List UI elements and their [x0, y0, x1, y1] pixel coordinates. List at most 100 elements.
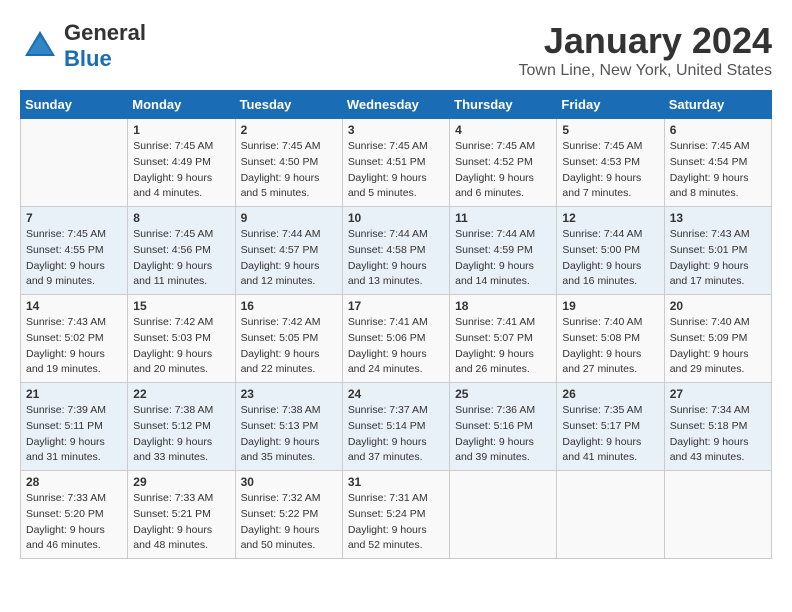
- day-info: Sunrise: 7:42 AMSunset: 5:03 PMDaylight:…: [133, 315, 229, 378]
- day-info: Sunrise: 7:31 AMSunset: 5:24 PMDaylight:…: [348, 491, 444, 554]
- day-info: Sunrise: 7:33 AMSunset: 5:21 PMDaylight:…: [133, 491, 229, 554]
- day-number: 25: [455, 387, 551, 401]
- day-info: Sunrise: 7:37 AMSunset: 5:14 PMDaylight:…: [348, 403, 444, 466]
- calendar-cell: 18 Sunrise: 7:41 AMSunset: 5:07 PMDayligh…: [450, 295, 557, 383]
- day-info: Sunrise: 7:33 AMSunset: 5:20 PMDaylight:…: [26, 491, 122, 554]
- calendar-week-3: 14 Sunrise: 7:43 AMSunset: 5:02 PMDayligh…: [21, 295, 772, 383]
- day-header-wednesday: Wednesday: [342, 91, 449, 119]
- calendar-cell: [21, 119, 128, 207]
- calendar-cell: 27 Sunrise: 7:34 AMSunset: 5:18 PMDayligh…: [664, 383, 771, 471]
- day-number: 9: [241, 211, 337, 225]
- logo-icon: [20, 26, 60, 66]
- day-number: 20: [670, 299, 766, 313]
- day-info: Sunrise: 7:36 AMSunset: 5:16 PMDaylight:…: [455, 403, 551, 466]
- day-number: 23: [241, 387, 337, 401]
- day-info: Sunrise: 7:34 AMSunset: 5:18 PMDaylight:…: [670, 403, 766, 466]
- day-header-sunday: Sunday: [21, 91, 128, 119]
- day-info: Sunrise: 7:41 AMSunset: 5:07 PMDaylight:…: [455, 315, 551, 378]
- calendar-cell: 19Sunrise: 7:40 AMSunset: 5:08 PMDayligh…: [557, 295, 664, 383]
- calendar-cell: 8 Sunrise: 7:45 AMSunset: 4:56 PMDaylight…: [128, 207, 235, 295]
- day-number: 26: [562, 387, 658, 401]
- day-number: 3: [348, 123, 444, 137]
- day-number: 1: [133, 123, 229, 137]
- day-number: 15: [133, 299, 229, 313]
- day-info: Sunrise: 7:40 AMSunset: 5:08 PMDaylight:…: [562, 315, 658, 378]
- calendar-cell: 7Sunrise: 7:45 AMSunset: 4:55 PMDaylight…: [21, 207, 128, 295]
- day-info: Sunrise: 7:44 AMSunset: 4:57 PMDaylight:…: [241, 227, 337, 290]
- day-header-saturday: Saturday: [664, 91, 771, 119]
- day-info: Sunrise: 7:45 AMSunset: 4:55 PMDaylight:…: [26, 227, 122, 290]
- calendar-cell: 20 Sunrise: 7:40 AMSunset: 5:09 PMDayligh…: [664, 295, 771, 383]
- day-number: 28: [26, 475, 122, 489]
- day-info: Sunrise: 7:45 AMSunset: 4:56 PMDaylight:…: [133, 227, 229, 290]
- day-number: 4: [455, 123, 551, 137]
- day-number: 14: [26, 299, 122, 313]
- page-header: General Blue January 2024 Town Line, New…: [20, 20, 772, 80]
- calendar-cell: 31Sunrise: 7:31 AMSunset: 5:24 PMDayligh…: [342, 471, 449, 559]
- day-info: Sunrise: 7:45 AMSunset: 4:53 PMDaylight:…: [562, 139, 658, 202]
- calendar-cell: 13 Sunrise: 7:43 AMSunset: 5:01 PMDayligh…: [664, 207, 771, 295]
- day-number: 29: [133, 475, 229, 489]
- calendar-cell: 14 Sunrise: 7:43 AMSunset: 5:02 PMDayligh…: [21, 295, 128, 383]
- day-number: 18: [455, 299, 551, 313]
- calendar-cell: [557, 471, 664, 559]
- day-info: Sunrise: 7:38 AMSunset: 5:13 PMDaylight:…: [241, 403, 337, 466]
- day-info: Sunrise: 7:43 AMSunset: 5:01 PMDaylight:…: [670, 227, 766, 290]
- day-info: Sunrise: 7:44 AMSunset: 4:59 PMDaylight:…: [455, 227, 551, 290]
- calendar-cell: 22Sunrise: 7:38 AMSunset: 5:12 PMDayligh…: [128, 383, 235, 471]
- calendar-cell: 15 Sunrise: 7:42 AMSunset: 5:03 PMDayligh…: [128, 295, 235, 383]
- calendar-cell: 12Sunrise: 7:44 AMSunset: 5:00 PMDayligh…: [557, 207, 664, 295]
- calendar-cell: 28 Sunrise: 7:33 AMSunset: 5:20 PMDayligh…: [21, 471, 128, 559]
- day-info: Sunrise: 7:38 AMSunset: 5:12 PMDaylight:…: [133, 403, 229, 466]
- calendar-cell: 4Sunrise: 7:45 AMSunset: 4:52 PMDaylight…: [450, 119, 557, 207]
- calendar-cell: 25 Sunrise: 7:36 AMSunset: 5:16 PMDayligh…: [450, 383, 557, 471]
- day-header-thursday: Thursday: [450, 91, 557, 119]
- day-number: 2: [241, 123, 337, 137]
- day-number: 10: [348, 211, 444, 225]
- day-number: 6: [670, 123, 766, 137]
- day-number: 8: [133, 211, 229, 225]
- day-number: 5: [562, 123, 658, 137]
- calendar-cell: 17 Sunrise: 7:41 AMSunset: 5:06 PMDayligh…: [342, 295, 449, 383]
- day-number: 24: [348, 387, 444, 401]
- day-info: Sunrise: 7:32 AMSunset: 5:22 PMDaylight:…: [241, 491, 337, 554]
- day-info: Sunrise: 7:45 AMSunset: 4:50 PMDaylight:…: [241, 139, 337, 202]
- day-info: Sunrise: 7:45 AMSunset: 4:49 PMDaylight:…: [133, 139, 229, 202]
- day-number: 16: [241, 299, 337, 313]
- calendar-cell: 10Sunrise: 7:44 AMSunset: 4:58 PMDayligh…: [342, 207, 449, 295]
- logo: General Blue: [20, 20, 146, 72]
- day-number: 27: [670, 387, 766, 401]
- calendar-cell: 23 Sunrise: 7:38 AMSunset: 5:13 PMDayligh…: [235, 383, 342, 471]
- calendar-cell: 2 Sunrise: 7:45 AMSunset: 4:50 PMDaylight…: [235, 119, 342, 207]
- day-info: Sunrise: 7:41 AMSunset: 5:06 PMDaylight:…: [348, 315, 444, 378]
- calendar-table: SundayMondayTuesdayWednesdayThursdayFrid…: [20, 90, 772, 559]
- day-info: Sunrise: 7:45 AMSunset: 4:54 PMDaylight:…: [670, 139, 766, 202]
- day-info: Sunrise: 7:43 AMSunset: 5:02 PMDaylight:…: [26, 315, 122, 378]
- calendar-cell: 26 Sunrise: 7:35 AMSunset: 5:17 PMDayligh…: [557, 383, 664, 471]
- location-title: Town Line, New York, United States: [519, 62, 772, 80]
- day-info: Sunrise: 7:40 AMSunset: 5:09 PMDaylight:…: [670, 315, 766, 378]
- logo-blue: Blue: [64, 46, 146, 72]
- calendar-cell: 6 Sunrise: 7:45 AMSunset: 4:54 PMDaylight…: [664, 119, 771, 207]
- logo-general: General: [64, 20, 146, 46]
- day-number: 17: [348, 299, 444, 313]
- calendar-cell: 24 Sunrise: 7:37 AMSunset: 5:14 PMDayligh…: [342, 383, 449, 471]
- calendar-cell: 16Sunrise: 7:42 AMSunset: 5:05 PMDayligh…: [235, 295, 342, 383]
- calendar-week-5: 28 Sunrise: 7:33 AMSunset: 5:20 PMDayligh…: [21, 471, 772, 559]
- calendar-cell: 1 Sunrise: 7:45 AMSunset: 4:49 PMDaylight…: [128, 119, 235, 207]
- calendar-cell: [664, 471, 771, 559]
- title-block: January 2024 Town Line, New York, United…: [519, 20, 772, 80]
- calendar-cell: 5 Sunrise: 7:45 AMSunset: 4:53 PMDaylight…: [557, 119, 664, 207]
- calendar-body: 1 Sunrise: 7:45 AMSunset: 4:49 PMDaylight…: [21, 119, 772, 559]
- calendar-week-1: 1 Sunrise: 7:45 AMSunset: 4:49 PMDaylight…: [21, 119, 772, 207]
- day-info: Sunrise: 7:35 AMSunset: 5:17 PMDaylight:…: [562, 403, 658, 466]
- day-number: 30: [241, 475, 337, 489]
- day-header-friday: Friday: [557, 91, 664, 119]
- day-number: 11: [455, 211, 551, 225]
- calendar-cell: [450, 471, 557, 559]
- day-number: 13: [670, 211, 766, 225]
- month-title: January 2024: [519, 20, 772, 62]
- day-info: Sunrise: 7:45 AMSunset: 4:51 PMDaylight:…: [348, 139, 444, 202]
- day-number: 12: [562, 211, 658, 225]
- calendar-cell: 21Sunrise: 7:39 AMSunset: 5:11 PMDayligh…: [21, 383, 128, 471]
